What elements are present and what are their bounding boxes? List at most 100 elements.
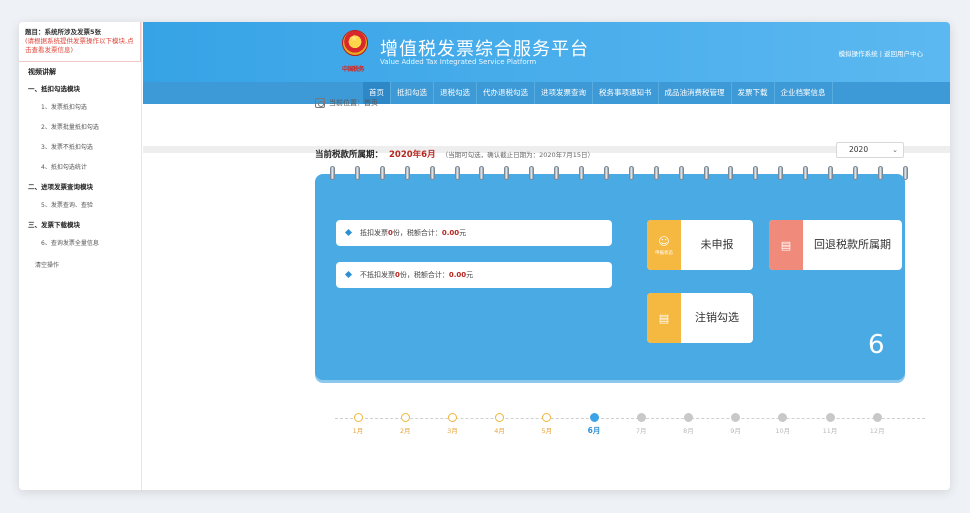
- binder-ring-icon: [429, 166, 435, 180]
- cancel-selection-button[interactable]: ▤ 注销勾选: [647, 293, 753, 343]
- nondeduct-label: 不抵扣发票: [360, 271, 395, 279]
- binder-ring-icon: [354, 166, 360, 180]
- binder-ring-icon: [803, 166, 809, 180]
- document-icon: ▤: [769, 220, 803, 270]
- header-links[interactable]: 模拟操作系统 | 返回用户中心: [839, 48, 923, 58]
- location-icon: [315, 98, 325, 108]
- period-note: （当期可勾选，确认截止日期为：2020年7月15日）: [441, 151, 595, 159]
- binder-ring-icon: [404, 166, 410, 180]
- binder-ring-icon: [728, 166, 734, 180]
- binder-ring-icon: [479, 166, 485, 180]
- nav-tab[interactable]: 税务事项通知书: [593, 82, 659, 104]
- timeline-month-label: 1月: [352, 427, 364, 435]
- binder-ring-icon: [603, 166, 609, 180]
- year-value: 2020: [849, 145, 869, 154]
- binder-ring-icon: [902, 166, 908, 180]
- deduct-summary: 抵扣发票0份，税额合计：0.00元: [336, 220, 612, 246]
- emblem-text: 中国税务: [342, 66, 365, 73]
- year-select[interactable]: 2020 ⌄: [836, 142, 904, 158]
- timeline-month[interactable]: 12月: [867, 413, 887, 435]
- main-nav: 首页 抵扣勾选 退税勾选 代办退税勾选 进项发票查询 税务事项通知书 成品油消费税管理 发票下…: [143, 82, 950, 104]
- timeline-month-label: 2月: [399, 427, 411, 435]
- nondeduct-amount: 0.00: [448, 271, 467, 279]
- nav-tab[interactable]: 抵扣勾选: [391, 82, 434, 104]
- timeline-dot: [400, 413, 410, 422]
- timeline-month[interactable]: 11月: [820, 413, 840, 435]
- period-value: 2020年6月: [389, 150, 436, 160]
- declare-status-caption: 申报状态: [655, 250, 673, 256]
- binder-ring-icon: [554, 166, 560, 180]
- timeline-month[interactable]: 2月: [395, 413, 415, 435]
- declare-status-label: 未申报: [700, 238, 734, 251]
- period-label: 当前税款所属期：: [315, 150, 384, 160]
- timeline-month[interactable]: 4月: [490, 413, 510, 435]
- timeline-month-label: 6月: [587, 426, 601, 435]
- month-timeline: 1月 2月 3月 4月 5月 6月 7月 8月 9月 10月 11月 12月: [335, 413, 925, 448]
- binder-ring-icon: [454, 166, 460, 180]
- timeline-month[interactable]: 6月: [584, 413, 604, 436]
- timeline-dot: [353, 413, 363, 422]
- timeline-dot: [778, 413, 788, 422]
- binder-ring-icon: [678, 166, 684, 180]
- timeline-month[interactable]: 9月: [726, 413, 746, 435]
- timeline-month[interactable]: 10月: [773, 413, 793, 435]
- nondeduct-tax-label: 份，税额合计：: [399, 271, 449, 279]
- binder-ring-icon: [828, 166, 833, 180]
- timeline-month-label: 10月: [775, 427, 791, 435]
- breadcrumb: 当前位置：首页: [315, 98, 378, 108]
- binder-ring-icon: [379, 166, 385, 180]
- breadcrumb-text: 当前位置：首页: [329, 99, 378, 107]
- timeline-month-label: 9月: [730, 427, 741, 435]
- timeline-month-label: 11月: [822, 427, 838, 435]
- nav-tab[interactable]: 成品油消费税管理: [659, 82, 732, 104]
- deduct-amount: 0.00: [441, 229, 460, 237]
- timeline-dot: [825, 413, 835, 422]
- binder-ring-icon: [653, 166, 659, 180]
- calendar-rings: [318, 166, 908, 184]
- timeline-month[interactable]: 8月: [678, 413, 698, 435]
- nav-tab[interactable]: 退税勾选: [434, 82, 477, 104]
- timeline-dot: [447, 413, 457, 422]
- binder-ring-icon: [753, 166, 759, 180]
- declare-status-icon: ☺ 申报状态: [647, 220, 681, 270]
- binder-ring-icon: [778, 166, 784, 180]
- timeline-month[interactable]: 7月: [631, 413, 651, 435]
- current-month-number: 6: [868, 330, 885, 360]
- timeline-month[interactable]: 1月: [348, 413, 368, 435]
- nav-tab[interactable]: 发票下载: [732, 82, 775, 104]
- binder-ring-icon: [852, 166, 858, 180]
- deduct-unit: 元: [459, 229, 467, 237]
- nondeduct-summary: 不抵扣发票0份，税额合计：0.00元: [336, 262, 612, 288]
- timeline-dot: [495, 413, 505, 422]
- timeline-month-label: 8月: [683, 427, 694, 435]
- timeline-dot: [683, 413, 693, 422]
- declare-status-tile[interactable]: ☺ 申报状态 未申报: [647, 220, 753, 270]
- tax-period: 当前税款所属期： 2020年6月 （当期可勾选，确认截止日期为：2020年7月1…: [315, 148, 594, 160]
- rollback-period-button[interactable]: ▤ 回退税款所属期: [769, 220, 902, 270]
- nondeduct-unit: 元: [466, 271, 474, 279]
- nav-tab[interactable]: 代办退税勾选: [477, 82, 535, 104]
- timeline-month[interactable]: 3月: [442, 413, 462, 435]
- binder-ring-icon: [579, 166, 584, 180]
- timeline-dot: [636, 413, 646, 422]
- timeline-month[interactable]: 5月: [537, 413, 557, 435]
- binder-ring-icon: [529, 166, 535, 180]
- nav-tab[interactable]: 进项发票查询: [535, 82, 593, 104]
- nav-tab[interactable]: 企业档案信息: [775, 82, 833, 104]
- timeline-dot: [542, 413, 552, 422]
- binder-ring-icon: [504, 166, 510, 180]
- edit-document-icon: ▤: [647, 293, 681, 343]
- timeline-month-label: 7月: [635, 427, 647, 435]
- timeline-dot: [731, 413, 741, 422]
- deduct-tax-label: 份，税额合计：: [392, 229, 442, 237]
- deduct-label: 抵扣发票: [360, 229, 388, 237]
- binder-ring-icon: [330, 166, 335, 180]
- timeline-month-label: 12月: [869, 427, 885, 435]
- rollback-period-label: 回退税款所属期: [814, 238, 891, 251]
- binder-ring-icon: [877, 166, 883, 180]
- binder-ring-icon: [628, 166, 634, 180]
- national-emblem-icon: ★: [340, 30, 370, 64]
- site-subtitle: Value Added Tax Integrated Service Platf…: [380, 58, 537, 66]
- timeline-month-label: 5月: [541, 427, 553, 435]
- timeline-dot: [872, 413, 882, 422]
